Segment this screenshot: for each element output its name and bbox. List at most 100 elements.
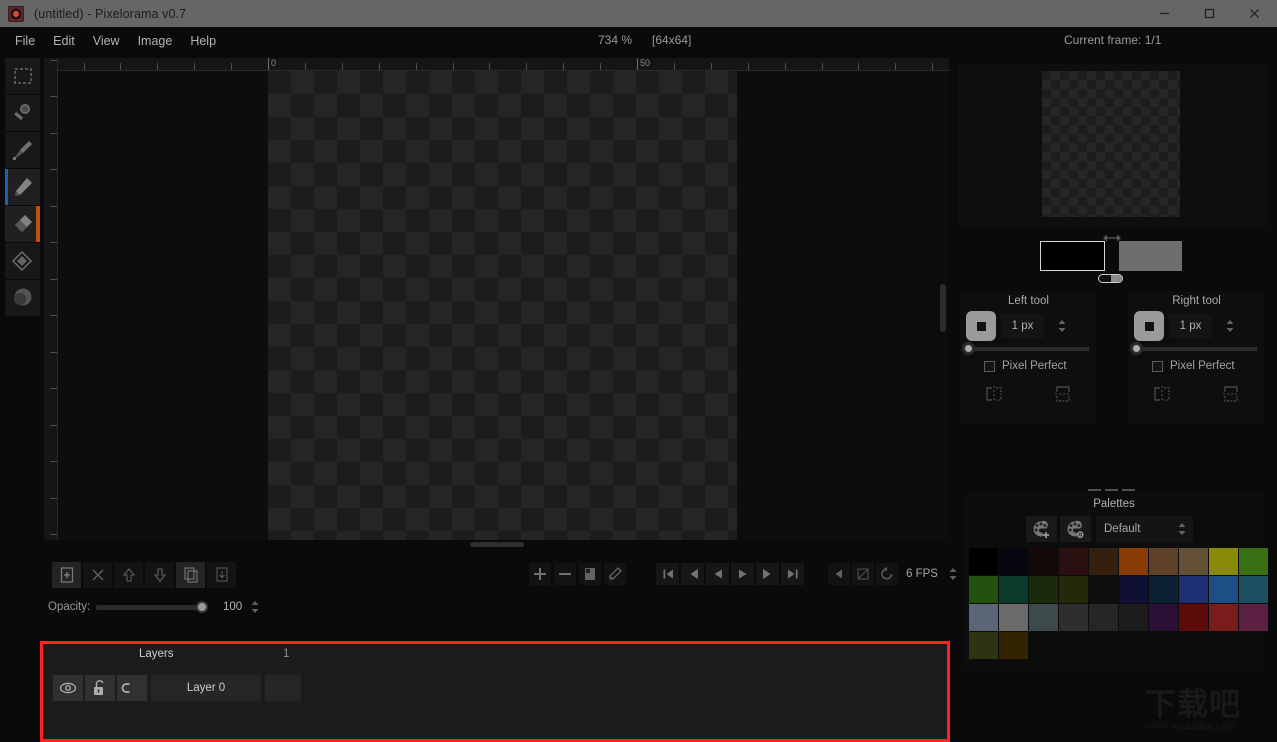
palette-swatch[interactable] [999,576,1028,603]
palettes-drag-handle[interactable] [1088,489,1135,491]
loop-animation-button[interactable] [876,563,898,585]
palette-swatch[interactable] [1119,576,1148,603]
color-mode-toggle[interactable] [1098,274,1123,283]
menu-view[interactable]: View [84,30,129,52]
palette-swatch[interactable] [1239,576,1268,603]
menu-file[interactable]: File [6,30,44,52]
copy-frame-button[interactable] [579,563,601,585]
canvas-vertical-scrollbar[interactable] [940,284,946,332]
palette-swatch[interactable] [969,576,998,603]
palette-swatch[interactable] [1029,576,1058,603]
palette-swatch[interactable] [1239,604,1268,631]
palette-swatch[interactable] [999,604,1028,631]
right-brush-size[interactable]: 1 px [1169,314,1212,338]
delete-layer-button[interactable] [83,562,112,588]
palette-swatch[interactable] [1089,548,1118,575]
palette-select-arrows[interactable] [1177,522,1187,536]
frame-tag-button[interactable] [604,563,626,585]
edit-palette-button[interactable] [1060,516,1091,542]
right-horizontal-mirror-icon[interactable] [1152,384,1172,409]
palette-swatch[interactable] [1179,576,1208,603]
palette-swatch[interactable] [1179,604,1208,631]
drawing-canvas[interactable] [268,71,737,540]
right-brush-size-slider[interactable] [1135,347,1257,351]
palette-swatch[interactable] [1119,604,1148,631]
layer-frame-cell[interactable] [265,675,301,701]
palette-swatch[interactable] [1029,548,1058,575]
rectangle-select-tool[interactable] [5,58,40,94]
new-palette-button[interactable] [1026,516,1057,542]
palette-swatch[interactable] [969,632,998,659]
move-layer-down-button[interactable] [145,562,174,588]
left-brush-size[interactable]: 1 px [1001,314,1044,338]
right-brush-slider-knob[interactable] [1130,342,1143,355]
move-layer-up-button[interactable] [114,562,143,588]
bucket-fill-tool[interactable] [5,243,40,279]
go-to-last-frame-button[interactable] [781,563,804,585]
minimize-button[interactable] [1142,0,1187,27]
palette-swatch[interactable] [1149,576,1178,603]
close-button[interactable] [1232,0,1277,27]
right-pixel-perfect-row[interactable]: Pixel Perfect [1128,351,1265,372]
palette-swatch[interactable] [1209,576,1238,603]
palette-swatch[interactable] [1209,548,1238,575]
palette-swatch[interactable] [999,548,1028,575]
pencil-tool[interactable] [5,169,40,205]
onion-skin-previous-button[interactable] [828,563,850,585]
palette-swatch[interactable] [1209,604,1238,631]
color-picker-tool[interactable] [5,132,40,168]
palette-swatch[interactable] [1089,604,1118,631]
clone-layer-button[interactable] [176,562,205,588]
remove-frame-button[interactable] [554,563,576,585]
palette-swatch[interactable] [1119,548,1148,575]
left-pixel-perfect-checkbox[interactable] [984,361,995,372]
palette-swatch[interactable] [1089,576,1118,603]
palette-swatch[interactable] [1059,604,1088,631]
go-to-first-frame-button[interactable] [656,563,679,585]
palette-swatch[interactable] [1149,548,1178,575]
swap-colors-icon[interactable] [1098,230,1126,240]
left-brush-slider-knob[interactable] [962,342,975,355]
eye-icon[interactable] [53,675,83,701]
palette-swatch[interactable] [969,548,998,575]
eraser-tool[interactable] [5,206,40,242]
left-brush-icon[interactable] [966,311,996,341]
right-brush-icon[interactable] [1134,311,1164,341]
left-horizontal-mirror-icon[interactable] [984,384,1004,409]
palette-select[interactable]: Default [1096,516,1193,542]
lighten-darken-tool[interactable] [5,280,40,316]
link-icon[interactable] [117,675,147,701]
left-brush-size-spinner[interactable] [1057,319,1067,333]
right-vertical-mirror-icon[interactable] [1221,384,1241,409]
previous-frame-button[interactable] [681,563,704,585]
fps-spinner[interactable] [948,567,958,581]
opacity-slider[interactable] [96,605,204,610]
zoom-tool[interactable] [5,95,40,131]
menu-edit[interactable]: Edit [44,30,84,52]
canvas-horizontal-scrollbar[interactable] [470,542,524,547]
next-frame-button[interactable] [756,563,779,585]
right-brush-size-spinner[interactable] [1225,319,1235,333]
palette-swatch[interactable] [1149,604,1178,631]
right-color-swatch[interactable] [1119,241,1182,271]
left-color-swatch[interactable] [1040,241,1105,271]
palette-swatch[interactable] [1059,548,1088,575]
merge-down-layer-button[interactable] [207,562,236,588]
palette-swatch[interactable] [969,604,998,631]
opacity-slider-knob[interactable] [196,601,208,613]
palette-swatch[interactable] [1029,604,1058,631]
onion-skin-next-button[interactable] [852,563,874,585]
left-pixel-perfect-row[interactable]: Pixel Perfect [960,351,1097,372]
play-backwards-button[interactable] [706,563,729,585]
opacity-spinner[interactable] [250,600,260,614]
canvas-scroll-area[interactable] [58,71,949,540]
add-layer-button[interactable] [52,562,81,588]
layer-name[interactable]: Layer 0 [151,675,261,701]
left-vertical-mirror-icon[interactable] [1053,384,1073,409]
play-forward-button[interactable] [731,563,754,585]
palette-swatch[interactable] [1059,576,1088,603]
maximize-button[interactable] [1187,0,1232,27]
layer-row[interactable]: Layer 0 [53,675,301,701]
right-pixel-perfect-checkbox[interactable] [1152,361,1163,372]
left-brush-size-slider[interactable] [967,347,1089,351]
